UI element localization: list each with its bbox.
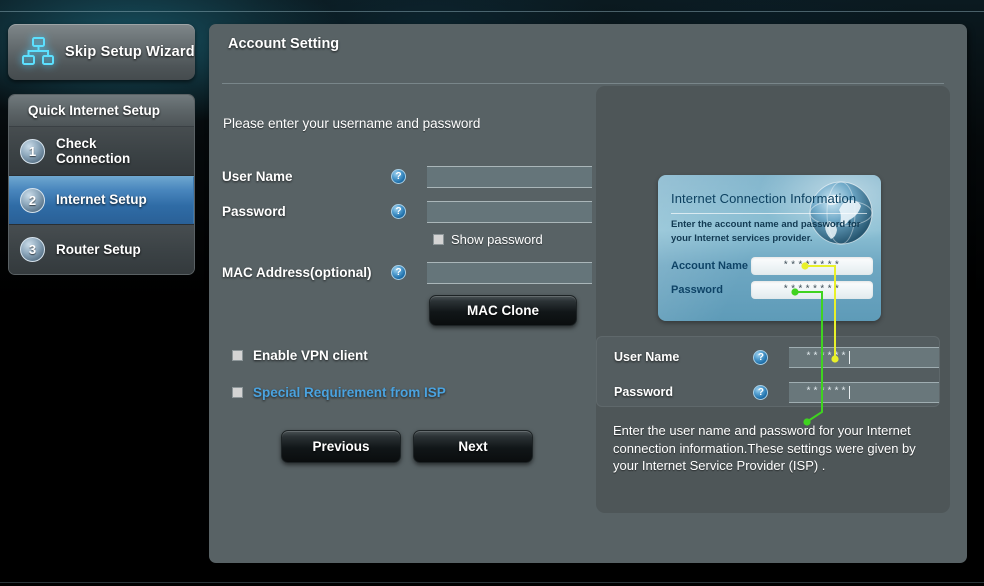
enable-vpn-client-row: Enable VPN client — [232, 348, 592, 363]
help-example-fields: User Name ? ****** Password ? ****** — [596, 336, 940, 407]
card-account-name-value: ******** — [751, 257, 873, 275]
account-setting-panel: Account Setting Please enter your userna… — [209, 24, 967, 563]
card-password-label: Password — [671, 284, 723, 296]
help-password-input[interactable]: ****** — [789, 381, 939, 403]
page-title: Account Setting — [228, 36, 340, 52]
mac-address-row: MAC Address(optional) ? — [222, 258, 592, 287]
special-requirement-row: Special Requirement from ISP — [232, 385, 592, 400]
show-password-checkbox[interactable] — [433, 234, 444, 245]
card-account-name-row: Account Name ******** — [671, 257, 873, 275]
help-icon[interactable]: ? — [753, 349, 769, 365]
panel-divider — [222, 83, 944, 84]
password-row: Password ? — [222, 197, 592, 226]
step-number-badge: 2 — [20, 187, 45, 213]
skip-setup-wizard-button[interactable]: Skip Setup Wizard — [8, 24, 195, 80]
internet-connection-info-card: Internet Connection Information Enter th… — [658, 175, 881, 321]
help-icon[interactable]: ? — [391, 204, 406, 219]
mac-address-input[interactable] — [427, 261, 592, 284]
mac-clone-row: MAC Clone — [429, 295, 592, 326]
step-number-badge: 3 — [20, 237, 45, 262]
wizard-nav-buttons: Previous Next — [281, 430, 592, 463]
help-user-name-label: User Name — [614, 350, 680, 364]
sidebar-item-label: Router Setup — [56, 241, 141, 257]
card-rule — [671, 213, 867, 214]
background-bottom-rule — [0, 582, 984, 583]
user-name-label: User Name — [222, 169, 293, 184]
help-user-name-value: ****** — [805, 351, 848, 363]
help-panel: Internet Connection Information Enter th… — [596, 86, 950, 513]
form-intro-text: Please enter your username and password — [223, 116, 481, 131]
account-form: Please enter your username and password … — [222, 116, 592, 463]
network-topology-icon — [22, 37, 54, 67]
step-number-badge: 1 — [20, 138, 45, 164]
previous-button[interactable]: Previous — [281, 430, 401, 463]
help-icon[interactable]: ? — [391, 169, 406, 184]
card-account-name-label: Account Name — [671, 260, 749, 272]
sidebar-item-check-connection[interactable]: 1 Check Connection — [9, 127, 194, 176]
user-name-row: User Name ? — [222, 162, 592, 191]
sidebar-item-internet-setup[interactable]: 2 Internet Setup — [9, 176, 194, 225]
help-icon[interactable]: ? — [391, 265, 406, 280]
card-password-value: ******** — [751, 281, 873, 299]
help-password-value: ****** — [805, 386, 848, 398]
special-requirement-checkbox[interactable] — [232, 387, 243, 398]
mac-clone-button[interactable]: MAC Clone — [429, 295, 577, 326]
help-icon[interactable]: ? — [753, 384, 769, 400]
enable-vpn-client-checkbox[interactable] — [232, 350, 243, 361]
skip-setup-wizard-label: Skip Setup Wizard — [65, 44, 195, 60]
mac-address-label: MAC Address(optional) — [222, 265, 372, 280]
help-password-row: Password ? ****** — [614, 377, 939, 407]
help-user-name-row: User Name ? ****** — [614, 342, 939, 372]
sidebar-item-label: Check Connection — [56, 135, 131, 166]
show-password-label[interactable]: Show password — [451, 232, 543, 247]
enable-vpn-client-label[interactable]: Enable VPN client — [253, 348, 368, 363]
nav-title: Quick Internet Setup — [9, 95, 194, 127]
special-requirement-link[interactable]: Special Requirement from ISP — [253, 385, 446, 400]
router-setup-screen: Skip Setup Wizard Quick Internet Setup 1… — [0, 0, 984, 586]
help-user-name-input[interactable]: ****** — [789, 346, 939, 368]
card-title: Internet Connection Information — [671, 191, 857, 206]
password-label: Password — [222, 204, 286, 219]
sidebar-item-router-setup[interactable]: 3 Router Setup — [9, 225, 194, 274]
text-caret — [849, 350, 851, 364]
text-caret — [849, 385, 851, 399]
card-password-row: Password ******** — [671, 281, 873, 299]
help-description: Enter the user name and password for you… — [613, 423, 916, 474]
card-subtitle: Enter the account name and password for … — [671, 219, 861, 244]
user-name-input[interactable] — [427, 165, 592, 188]
background-top-rule — [0, 11, 984, 12]
next-button[interactable]: Next — [413, 430, 533, 463]
help-password-label: Password — [614, 385, 674, 399]
sidebar-item-label: Internet Setup — [56, 192, 147, 208]
quick-internet-setup-nav: Quick Internet Setup 1 Check Connection 2… — [8, 94, 195, 275]
password-input[interactable] — [427, 200, 592, 223]
show-password-row: Show password — [433, 232, 592, 247]
